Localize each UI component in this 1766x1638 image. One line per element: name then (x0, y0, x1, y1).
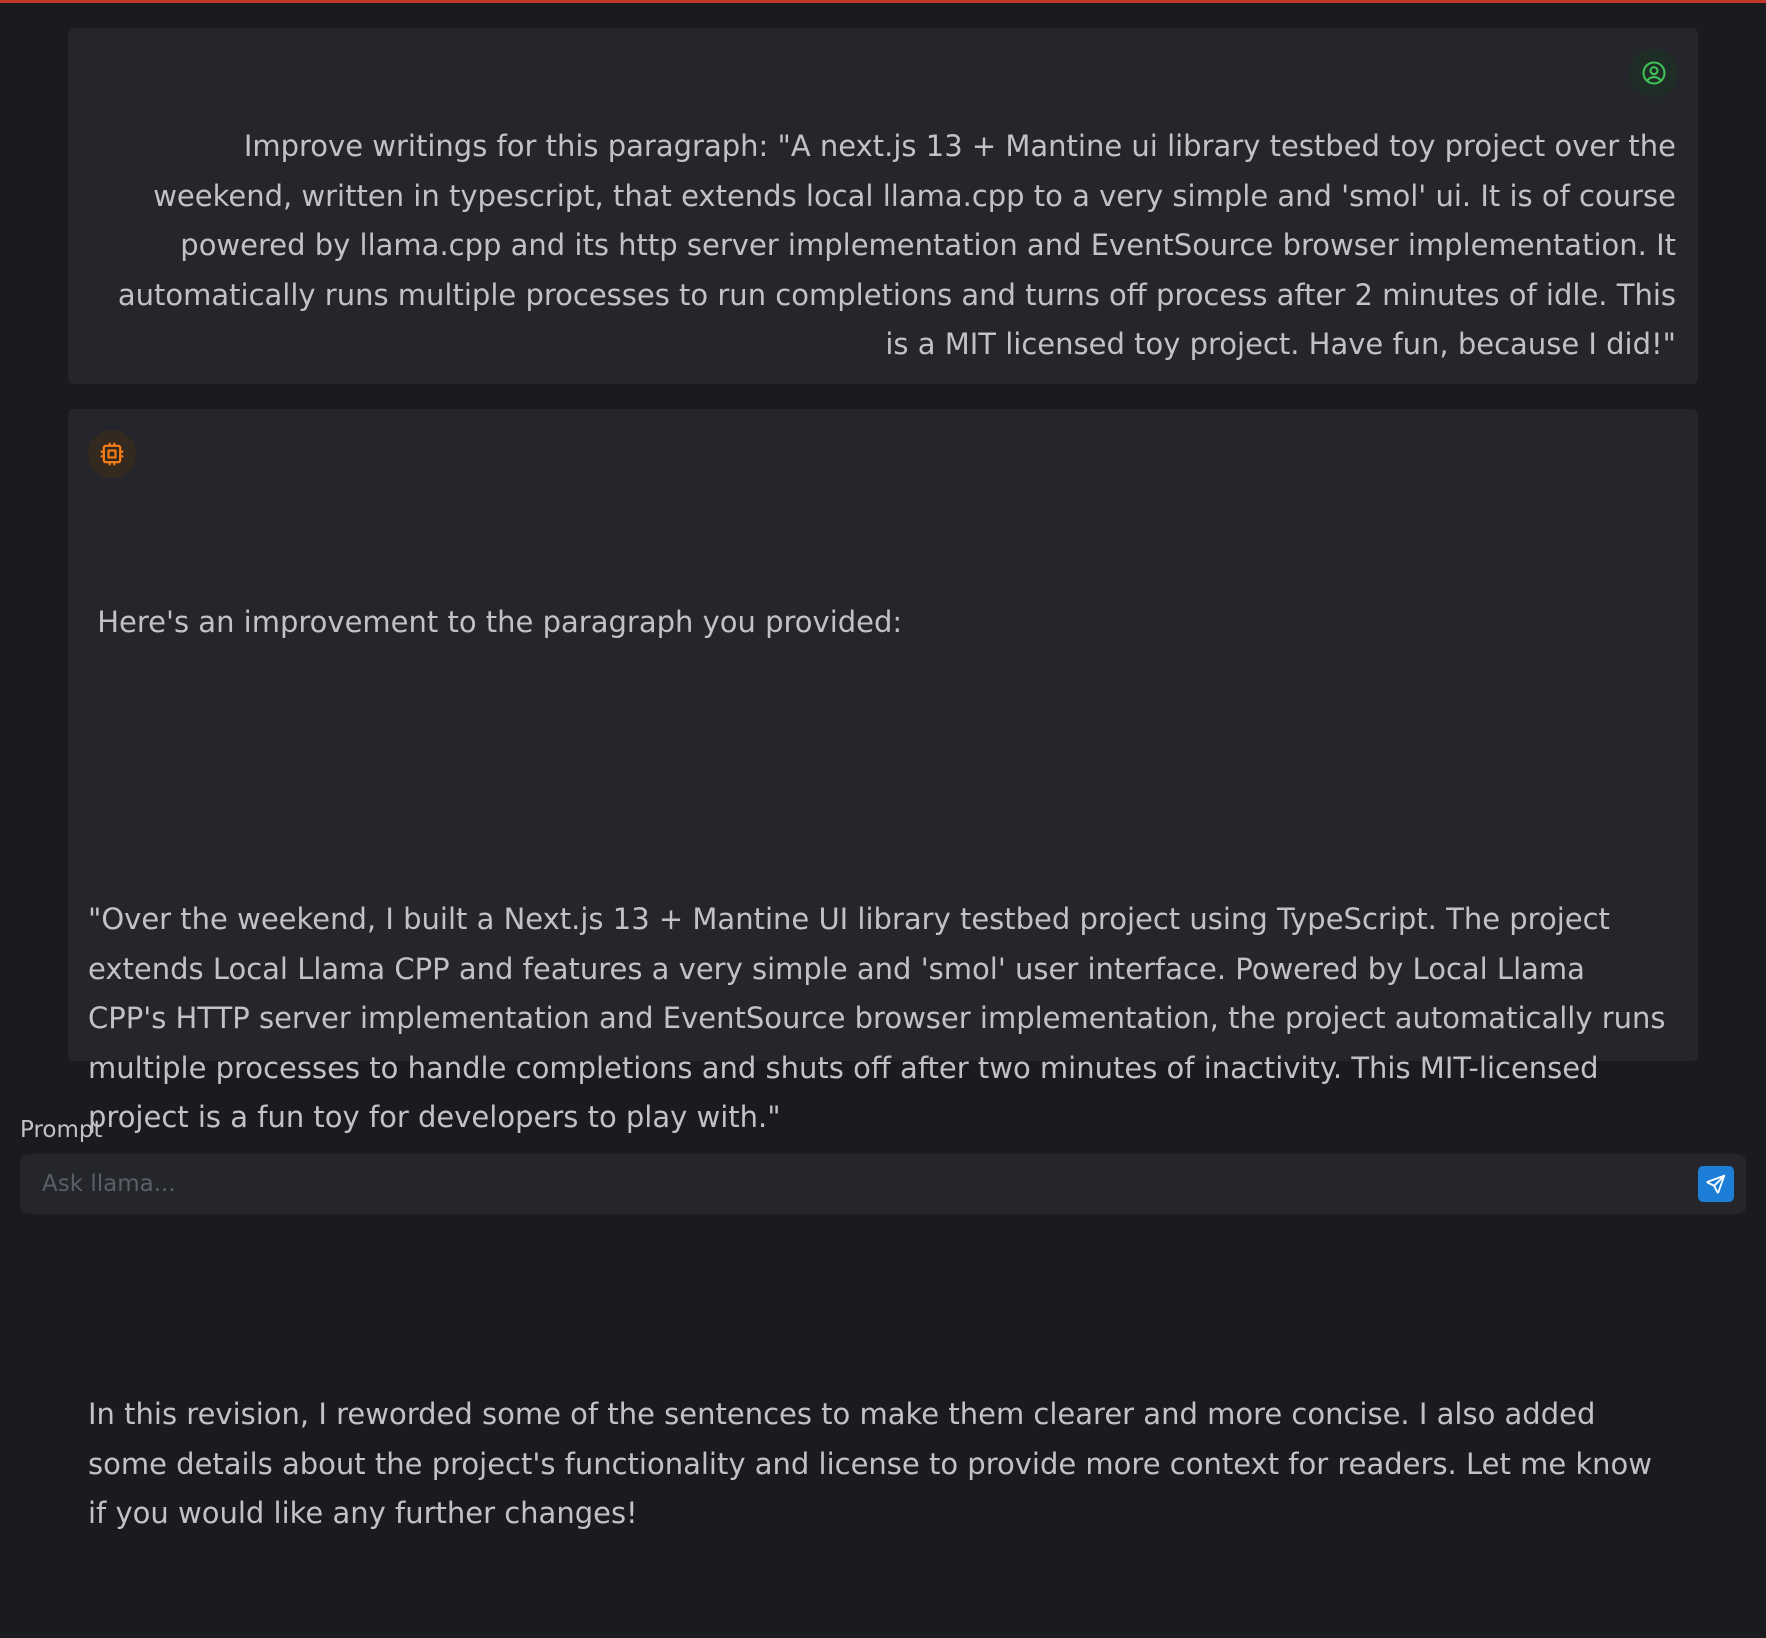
assistant-intro: Here's an improvement to the paragraph y… (88, 605, 903, 639)
user-message: Improve writings for this paragraph: "A … (68, 28, 1698, 384)
assistant-message: Here's an improvement to the paragraph y… (68, 409, 1698, 1530)
prompt-label: Prompt (20, 1117, 103, 1143)
user-message-text: Improve writings for this paragraph: "A … (117, 129, 1676, 361)
send-icon (1706, 1174, 1726, 1194)
prompt-input[interactable] (20, 1154, 1680, 1214)
prompt-box (20, 1154, 1746, 1214)
assistant-quote: "Over the weekend, I built a Next.js 13 … (88, 902, 1675, 1134)
assistant-closing: In this revision, I reworded some of the… (88, 1397, 1662, 1530)
send-button[interactable] (1698, 1166, 1734, 1202)
cpu-chip-icon (100, 442, 124, 466)
user-avatar (1630, 49, 1678, 97)
app-frame: Improve writings for this paragraph: "A … (0, 0, 1766, 1530)
user-circle-icon (1642, 61, 1666, 85)
assistant-message-text: Here's an improvement to the paragraph y… (88, 499, 1668, 1638)
assistant-avatar (88, 430, 136, 478)
